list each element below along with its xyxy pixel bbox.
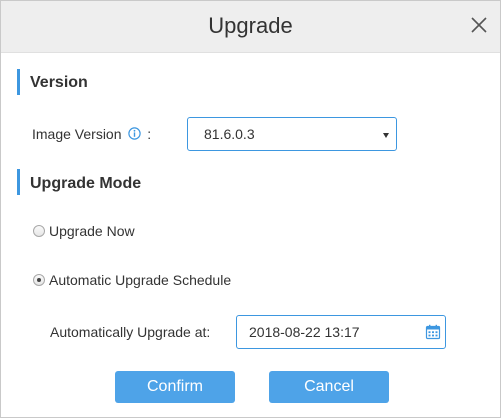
upgrade-mode-section-title: Upgrade Mode [30,175,142,192]
schedule-datetime-value: 2018-08-22 13:17 [249,324,360,340]
close-icon[interactable] [467,13,491,37]
upgrade-dialog: Upgrade Version Image Version : 81.6.0.3… [0,0,501,418]
image-version-value: 81.6.0.3 [204,126,255,142]
image-version-select[interactable]: 81.6.0.3 [187,117,397,151]
cancel-button[interactable]: Cancel [269,371,389,403]
version-section-marker [17,69,20,95]
automatic-upgrade-schedule-radio[interactable] [33,274,45,286]
dropdown-arrow-icon [383,133,389,138]
schedule-datetime-input[interactable]: 2018-08-22 13:17 [236,315,446,349]
upgrade-now-radio[interactable] [33,225,45,237]
upgrade-now-label: Upgrade Now [49,223,135,239]
info-icon[interactable] [128,127,142,140]
image-version-colon: : [147,126,152,142]
image-version-label-group: Image Version : [32,126,151,142]
dialog-title: Upgrade [208,13,293,38]
calendar-icon[interactable] [425,324,441,340]
version-section-title: Version [30,74,88,91]
confirm-button[interactable]: Confirm [115,371,235,403]
image-version-label: Image Version [32,126,122,142]
upgrade-mode-section-marker [17,169,20,195]
schedule-label: Automatically Upgrade at: [50,324,211,340]
automatic-upgrade-schedule-label: Automatic Upgrade Schedule [49,272,232,288]
dialog-titlebar: Upgrade [1,1,500,53]
